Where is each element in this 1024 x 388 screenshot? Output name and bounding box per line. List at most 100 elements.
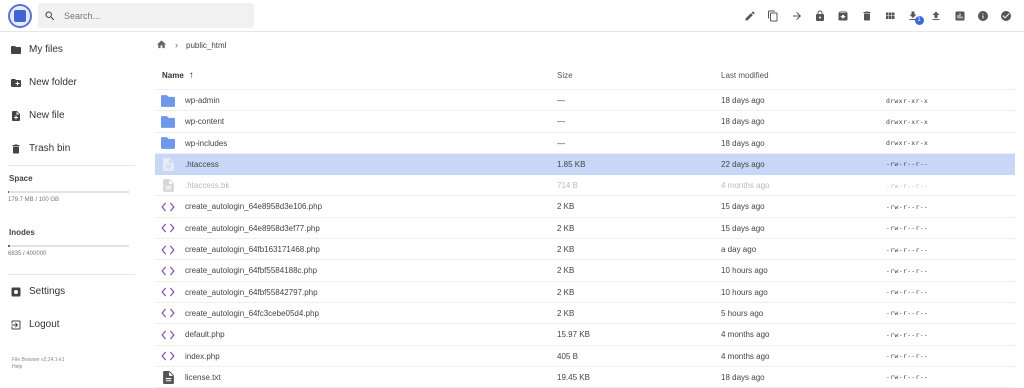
archive-button[interactable] <box>832 6 855 26</box>
app-logo[interactable] <box>8 4 32 28</box>
file-size: — <box>557 138 565 148</box>
space-text: 179.7 MB / 100 GB <box>8 197 60 203</box>
file-name: default.php <box>185 330 225 340</box>
file-name: create_autologin_64fc3cebe05d4.php <box>185 308 319 318</box>
help-link[interactable]: Help <box>0 364 145 371</box>
file-name: create_autologin_64e8958d3e106.php <box>185 202 323 212</box>
file-name: wp-content <box>185 117 225 127</box>
file-row[interactable]: create_autologin_64fbf55842797.php 2 KB 10… <box>155 282 1015 303</box>
file-size: 2 KB <box>557 245 575 255</box>
code-file-icon <box>160 346 176 367</box>
file-icon <box>160 154 176 175</box>
file-row[interactable]: wp-content — 18 days ago drwxr-xr-x <box>155 111 1015 133</box>
file-permissions: -rw-r--r-- <box>886 202 929 211</box>
check-circle-button[interactable] <box>995 6 1018 26</box>
file-size: — <box>557 117 565 127</box>
space-progress-bar <box>8 191 129 193</box>
file-icon <box>160 175 176 196</box>
check-circle-icon <box>1001 11 1012 21</box>
file-permissions: drwxr-xr-x <box>886 96 929 105</box>
copy-button[interactable] <box>762 6 785 26</box>
sidebar-item-trash-bin[interactable]: Trash bin <box>0 132 145 165</box>
file-row[interactable]: index.php 405 B 4 months ago -rw-r--r-- <box>155 346 1015 367</box>
lock-button[interactable] <box>808 6 831 26</box>
file-modified: 15 days ago <box>721 202 765 212</box>
file-name: .htaccess.bk <box>185 181 230 191</box>
space-label: Space <box>9 174 33 183</box>
file-size: — <box>557 96 565 105</box>
search-box[interactable] <box>38 3 254 28</box>
version-text: File Browser v2.24.1-k1 <box>12 357 65 363</box>
file-permissions: -rw-r--r-- <box>886 330 929 339</box>
breadcrumb: › public_html <box>146 33 1024 57</box>
file-modified: 10 hours ago <box>721 287 768 297</box>
file-size: 2 KB <box>557 287 575 297</box>
text-file-icon <box>160 367 176 388</box>
settings-icon <box>11 287 21 296</box>
file-row[interactable]: create_autologin_64fb163171468.php 2 KB a … <box>155 239 1015 261</box>
copy-icon <box>768 10 778 22</box>
code-file-icon <box>160 303 176 324</box>
file-permissions: -rw-r--r-- <box>886 181 929 190</box>
file-permissions: drwxr-xr-x <box>886 117 929 126</box>
new-file-icon <box>12 110 20 121</box>
folder-icon <box>160 133 176 154</box>
pencil-button[interactable] <box>738 6 761 26</box>
chart-icon <box>955 11 965 21</box>
file-name: .htaccess <box>185 159 219 169</box>
new-folder-icon <box>11 78 21 87</box>
file-modified: 22 days ago <box>721 159 765 169</box>
sidebar-item-settings[interactable]: Settings <box>0 275 145 308</box>
file-size: 15.97 KB <box>557 330 590 340</box>
sidebar-item-new-file[interactable]: New file <box>0 99 145 132</box>
file-row[interactable]: license.txt 19.45 KB 18 days ago -rw-r--r-- <box>155 367 1015 388</box>
arrow-up-icon: ↑ <box>188 69 194 81</box>
file-row[interactable]: create_autologin_64fbf5584188c.php 2 KB 10… <box>155 260 1015 282</box>
search-input[interactable] <box>64 10 244 21</box>
sidebar-item-new-folder[interactable]: New folder <box>0 66 145 99</box>
file-row[interactable]: .htaccess 1.85 KB 22 days ago -rw-r--r-- <box>155 153 1015 176</box>
code-file-icon <box>160 324 176 345</box>
trash-icon <box>863 11 871 21</box>
arrow-right-button[interactable] <box>785 6 808 26</box>
file-modified: 10 hours ago <box>721 266 768 276</box>
file-modified: 4 months ago <box>721 330 770 340</box>
grid-view-button[interactable] <box>878 6 901 26</box>
lock-icon <box>815 10 824 21</box>
sort-by-name[interactable]: Name ↑ <box>162 60 194 90</box>
file-size: 2 KB <box>557 266 575 276</box>
file-row[interactable]: default.php 15.97 KB 4 months ago -rw-r--r-… <box>155 324 1015 346</box>
file-row[interactable]: wp-admin — 18 days ago drwxr-xr-x <box>155 90 1015 112</box>
file-row[interactable]: wp-includes — 18 days ago drwxr-xr-x <box>155 133 1015 154</box>
name-column-label: Name <box>162 70 184 80</box>
search-icon <box>45 11 55 20</box>
sort-by-size[interactable]: Size <box>557 60 573 90</box>
file-modified: 4 months ago <box>721 181 770 191</box>
sidebar-item-label: New file <box>29 110 65 121</box>
sidebar-item-label: Logout <box>29 319 60 330</box>
file-size: 1.85 KB <box>557 159 586 169</box>
file-row[interactable]: create_autologin_64e8958d3ef77.php 2 KB 15… <box>155 218 1015 240</box>
trash-button[interactable] <box>855 6 878 26</box>
pencil-icon <box>745 11 755 21</box>
space-progress-fill <box>8 191 9 193</box>
sidebar-item-logout[interactable]: Logout <box>0 308 145 341</box>
home-icon[interactable] <box>156 39 167 52</box>
trash-icon <box>12 144 20 153</box>
chart-button[interactable] <box>948 6 971 26</box>
file-permissions: -rw-r--r-- <box>886 224 929 233</box>
download-button[interactable]: 1 <box>902 6 925 26</box>
info-button[interactable] <box>971 6 994 26</box>
upload-button[interactable] <box>925 6 948 26</box>
file-row[interactable]: create_autologin_64e8958d3e106.php 2 KB 15… <box>155 196 1015 218</box>
file-modified: 15 days ago <box>721 223 765 233</box>
file-name: wp-includes <box>185 138 228 148</box>
sort-by-modified[interactable]: Last modified <box>721 60 769 90</box>
file-size: 19.45 KB <box>557 372 590 382</box>
file-permissions: -rw-r--r-- <box>886 373 929 382</box>
file-row[interactable]: create_autologin_64fc3cebe05d4.php 2 KB 5 … <box>155 303 1015 325</box>
file-row[interactable]: .htaccess.bk 714 B 4 months ago -rw-r--r-- <box>155 175 1015 197</box>
file-permissions: -rw-r--r-- <box>886 288 929 297</box>
breadcrumb-folder[interactable]: public_html <box>186 41 226 50</box>
sidebar-item-my-files[interactable]: My files <box>0 33 145 66</box>
